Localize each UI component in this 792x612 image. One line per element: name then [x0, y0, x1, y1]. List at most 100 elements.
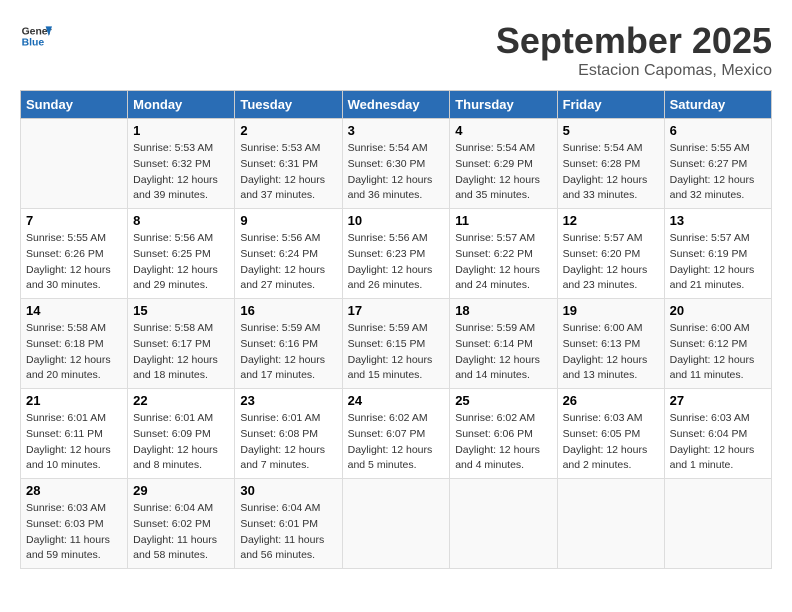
day-info: Sunrise: 5:55 AM Sunset: 6:26 PM Dayligh…	[26, 231, 122, 294]
day-number: 12	[563, 213, 659, 228]
calendar-cell: 23Sunrise: 6:01 AM Sunset: 6:08 PM Dayli…	[235, 389, 342, 479]
header-cell-sunday: Sunday	[21, 91, 128, 119]
header-row: SundayMondayTuesdayWednesdayThursdayFrid…	[21, 91, 772, 119]
calendar-cell	[664, 479, 771, 569]
day-info: Sunrise: 6:01 AM Sunset: 6:09 PM Dayligh…	[133, 411, 229, 474]
day-info: Sunrise: 5:58 AM Sunset: 6:17 PM Dayligh…	[133, 321, 229, 384]
day-number: 15	[133, 303, 229, 318]
calendar-cell	[450, 479, 557, 569]
day-number: 14	[26, 303, 122, 318]
day-number: 9	[240, 213, 336, 228]
day-number: 2	[240, 123, 336, 138]
calendar-cell: 8Sunrise: 5:56 AM Sunset: 6:25 PM Daylig…	[128, 209, 235, 299]
title-block: September 2025 Estacion Capomas, Mexico	[496, 20, 772, 80]
day-info: Sunrise: 6:03 AM Sunset: 6:03 PM Dayligh…	[26, 501, 122, 564]
logo-icon: General Blue	[20, 20, 52, 52]
location-subtitle: Estacion Capomas, Mexico	[496, 62, 772, 80]
calendar-cell: 22 Sunrise: 6:01 AM Sunset: 6:09 PM Dayli…	[128, 389, 235, 479]
day-number: 13	[670, 213, 766, 228]
calendar-cell	[342, 479, 450, 569]
day-number: 26	[563, 393, 659, 408]
calendar-cell: 21 Sunrise: 6:01 AM Sunset: 6:11 PM Dayli…	[21, 389, 128, 479]
day-number: 29	[133, 483, 229, 498]
calendar-cell: 15 Sunrise: 5:58 AM Sunset: 6:17 PM Dayli…	[128, 299, 235, 389]
day-info: Sunrise: 5:53 AM Sunset: 6:31 PM Dayligh…	[240, 141, 336, 204]
week-row: 28 Sunrise: 6:03 AM Sunset: 6:03 PM Dayli…	[21, 479, 772, 569]
day-info: Sunrise: 6:02 AM Sunset: 6:07 PM Dayligh…	[348, 411, 445, 474]
logo: General Blue	[20, 20, 52, 52]
day-number: 23	[240, 393, 336, 408]
header-cell-tuesday: Tuesday	[235, 91, 342, 119]
day-info: Sunrise: 5:57 AM Sunset: 6:19 PM Dayligh…	[670, 231, 766, 294]
day-info: Sunrise: 5:57 AM Sunset: 6:20 PM Dayligh…	[563, 231, 659, 294]
day-number: 18	[455, 303, 551, 318]
day-info: Sunrise: 6:03 AM Sunset: 6:04 PM Dayligh…	[670, 411, 766, 474]
day-number: 16	[240, 303, 336, 318]
day-number: 11	[455, 213, 551, 228]
calendar-header: SundayMondayTuesdayWednesdayThursdayFrid…	[21, 91, 772, 119]
day-number: 22	[133, 393, 229, 408]
header-cell-saturday: Saturday	[664, 91, 771, 119]
day-number: 8	[133, 213, 229, 228]
day-number: 27	[670, 393, 766, 408]
day-number: 17	[348, 303, 445, 318]
day-number: 4	[455, 123, 551, 138]
header-cell-friday: Friday	[557, 91, 664, 119]
day-number: 24	[348, 393, 445, 408]
calendar-table: SundayMondayTuesdayWednesdayThursdayFrid…	[20, 90, 772, 569]
calendar-cell	[557, 479, 664, 569]
day-info: Sunrise: 5:58 AM Sunset: 6:18 PM Dayligh…	[26, 321, 122, 384]
week-row: 1 Sunrise: 5:53 AM Sunset: 6:32 PM Daylig…	[21, 119, 772, 209]
calendar-cell: 20 Sunrise: 6:00 AM Sunset: 6:12 PM Dayli…	[664, 299, 771, 389]
day-info: Sunrise: 6:00 AM Sunset: 6:12 PM Dayligh…	[670, 321, 766, 384]
calendar-cell: 13 Sunrise: 5:57 AM Sunset: 6:19 PM Dayli…	[664, 209, 771, 299]
day-number: 21	[26, 393, 122, 408]
day-info: Sunrise: 6:01 AM Sunset: 6:11 PM Dayligh…	[26, 411, 122, 474]
day-info: Sunrise: 5:54 AM Sunset: 6:29 PM Dayligh…	[455, 141, 551, 204]
calendar-cell: 2 Sunrise: 5:53 AM Sunset: 6:31 PM Daylig…	[235, 119, 342, 209]
day-info: Sunrise: 5:56 AM Sunset: 6:23 PM Dayligh…	[348, 231, 445, 294]
day-info: Sunrise: 6:04 AM Sunset: 6:01 PM Dayligh…	[240, 501, 336, 564]
calendar-cell: 19 Sunrise: 6:00 AM Sunset: 6:13 PM Dayli…	[557, 299, 664, 389]
calendar-cell: 6 Sunrise: 5:55 AM Sunset: 6:27 PM Daylig…	[664, 119, 771, 209]
day-number: 1	[133, 123, 229, 138]
day-info: Sunrise: 5:53 AM Sunset: 6:32 PM Dayligh…	[133, 141, 229, 204]
day-info: Sunrise: 6:00 AM Sunset: 6:13 PM Dayligh…	[563, 321, 659, 384]
calendar-cell: 18 Sunrise: 5:59 AM Sunset: 6:14 PM Dayli…	[450, 299, 557, 389]
day-number: 28	[26, 483, 122, 498]
page-header: General Blue September 2025 Estacion Cap…	[20, 20, 772, 80]
calendar-cell: 14 Sunrise: 5:58 AM Sunset: 6:18 PM Dayli…	[21, 299, 128, 389]
day-info: Sunrise: 5:55 AM Sunset: 6:27 PM Dayligh…	[670, 141, 766, 204]
week-row: 7 Sunrise: 5:55 AM Sunset: 6:26 PM Daylig…	[21, 209, 772, 299]
day-info: Sunrise: 5:59 AM Sunset: 6:16 PM Dayligh…	[240, 321, 336, 384]
calendar-body: 1 Sunrise: 5:53 AM Sunset: 6:32 PM Daylig…	[21, 119, 772, 569]
calendar-cell: 10 Sunrise: 5:56 AM Sunset: 6:23 PM Dayli…	[342, 209, 450, 299]
day-number: 7	[26, 213, 122, 228]
calendar-cell: 11 Sunrise: 5:57 AM Sunset: 6:22 PM Dayli…	[450, 209, 557, 299]
header-cell-monday: Monday	[128, 91, 235, 119]
day-number: 19	[563, 303, 659, 318]
day-info: Sunrise: 5:59 AM Sunset: 6:15 PM Dayligh…	[348, 321, 445, 384]
month-title: September 2025	[496, 20, 772, 62]
calendar-cell	[21, 119, 128, 209]
day-number: 25	[455, 393, 551, 408]
calendar-cell: 24 Sunrise: 6:02 AM Sunset: 6:07 PM Dayli…	[342, 389, 450, 479]
calendar-cell: 12 Sunrise: 5:57 AM Sunset: 6:20 PM Dayli…	[557, 209, 664, 299]
week-row: 14 Sunrise: 5:58 AM Sunset: 6:18 PM Dayli…	[21, 299, 772, 389]
calendar-cell: 25 Sunrise: 6:02 AM Sunset: 6:06 PM Dayli…	[450, 389, 557, 479]
day-number: 6	[670, 123, 766, 138]
day-info: Sunrise: 5:59 AM Sunset: 6:14 PM Dayligh…	[455, 321, 551, 384]
day-number: 20	[670, 303, 766, 318]
calendar-cell: 3Sunrise: 5:54 AM Sunset: 6:30 PM Daylig…	[342, 119, 450, 209]
day-info: Sunrise: 6:02 AM Sunset: 6:06 PM Dayligh…	[455, 411, 551, 474]
day-number: 10	[348, 213, 445, 228]
calendar-cell: 17 Sunrise: 5:59 AM Sunset: 6:15 PM Dayli…	[342, 299, 450, 389]
calendar-cell: 27 Sunrise: 6:03 AM Sunset: 6:04 PM Dayli…	[664, 389, 771, 479]
calendar-cell: 26 Sunrise: 6:03 AM Sunset: 6:05 PM Dayli…	[557, 389, 664, 479]
day-info: Sunrise: 5:57 AM Sunset: 6:22 PM Dayligh…	[455, 231, 551, 294]
calendar-cell: 5Sunrise: 5:54 AM Sunset: 6:28 PM Daylig…	[557, 119, 664, 209]
day-info: Sunrise: 6:03 AM Sunset: 6:05 PM Dayligh…	[563, 411, 659, 474]
day-info: Sunrise: 5:54 AM Sunset: 6:28 PM Dayligh…	[563, 141, 659, 204]
day-info: Sunrise: 5:54 AM Sunset: 6:30 PM Dayligh…	[348, 141, 445, 204]
calendar-cell: 28 Sunrise: 6:03 AM Sunset: 6:03 PM Dayli…	[21, 479, 128, 569]
